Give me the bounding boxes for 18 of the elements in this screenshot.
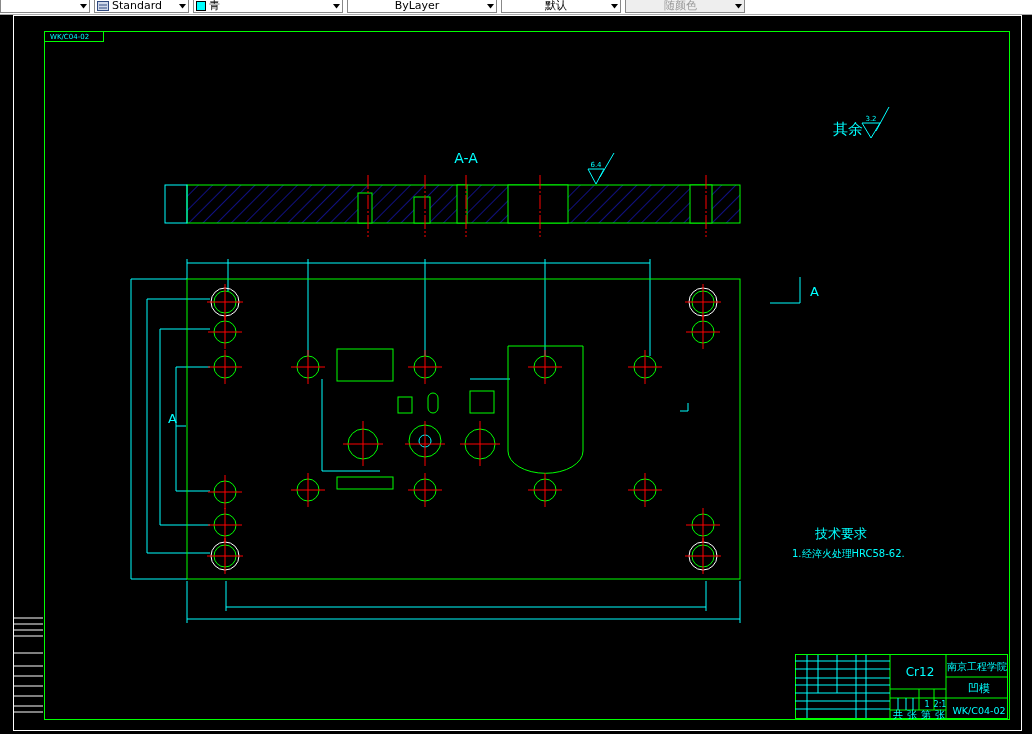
general-roughness-label: 其余 xyxy=(833,120,863,138)
school-name: 南京工程学院 xyxy=(947,661,1007,672)
technical-requirements-title: 技术要求 xyxy=(815,526,867,541)
sheet-number: 第 张 xyxy=(921,708,945,720)
part-name: 凹模 xyxy=(968,682,990,695)
view-mark: A xyxy=(168,411,177,426)
dropdown[interactable]: 青 xyxy=(193,0,343,13)
scale: 2:1 xyxy=(933,700,947,709)
dropdown[interactable]: ByLayer xyxy=(347,0,497,13)
section-label: A-A xyxy=(454,150,478,166)
dropdown[interactable]: 默认 xyxy=(501,0,621,13)
view-mark: A xyxy=(810,284,819,299)
dropdown[interactable]: Standard xyxy=(94,0,189,13)
drawing-number: WK/C04-02 xyxy=(952,705,1006,716)
material: Cr12 xyxy=(905,665,935,679)
sheet-total: 共 张 xyxy=(893,708,917,720)
quantity: 1 xyxy=(924,700,930,709)
technical-requirement: 1.经淬火处理HRC58-62. xyxy=(792,548,905,559)
